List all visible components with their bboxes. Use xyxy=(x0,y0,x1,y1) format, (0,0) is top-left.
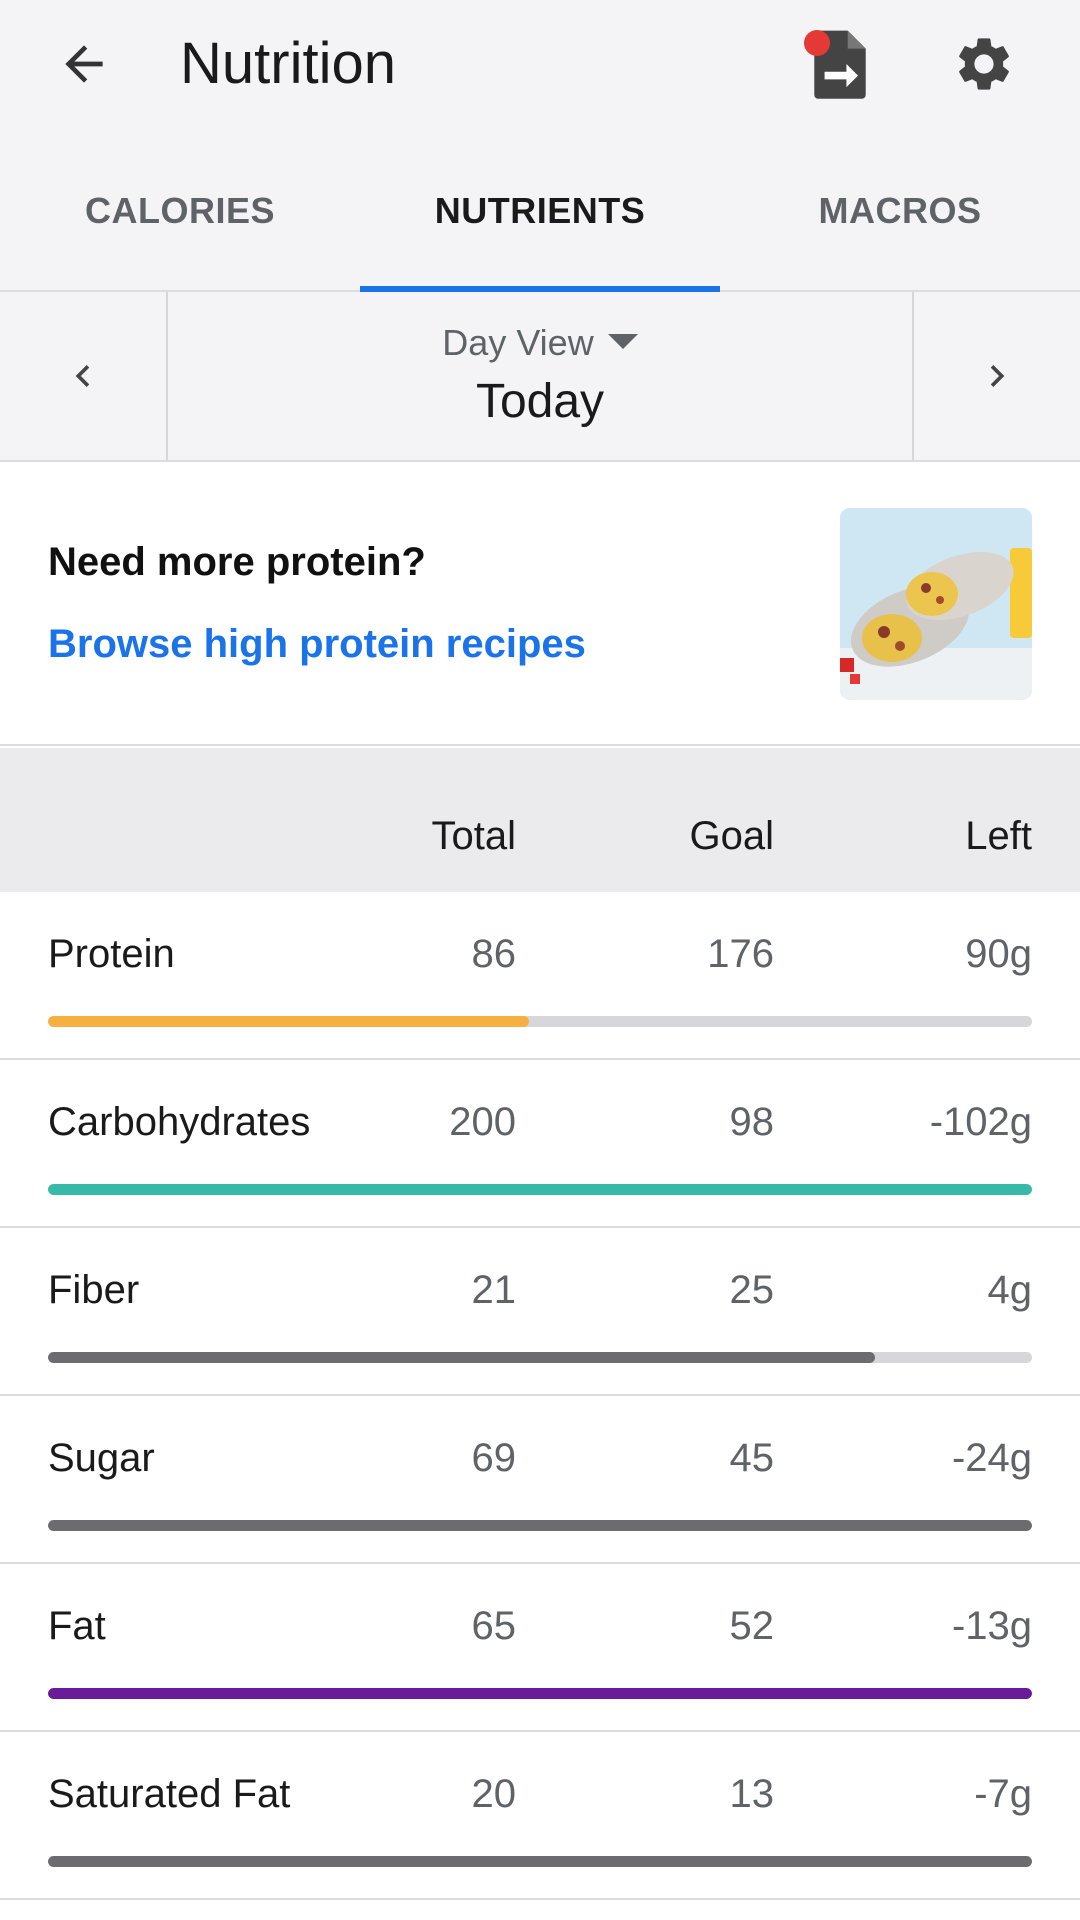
nutrient-goal: 13 xyxy=(729,1772,775,1816)
nutrient-total: 20 xyxy=(471,1772,517,1816)
nutrient-row-saturated-fat[interactable]: Saturated Fat 20 13 -7g xyxy=(0,1732,1080,1900)
settings-button[interactable] xyxy=(944,24,1024,104)
next-day-button[interactable] xyxy=(912,292,1080,460)
progress-bar-fill xyxy=(48,1520,1032,1531)
promo-title: Need more protein? xyxy=(48,540,426,584)
caret-down-icon xyxy=(607,333,638,349)
current-date-label: Today xyxy=(475,375,605,428)
nutrient-name: Carbohydrates xyxy=(48,1100,311,1144)
nutrient-total: 21 xyxy=(471,1268,517,1312)
progress-bar-fill xyxy=(48,1352,875,1363)
nutrient-name: Sugar xyxy=(48,1436,155,1480)
page-title: Nutrition xyxy=(180,31,396,96)
nutrient-name: Fiber xyxy=(48,1268,140,1312)
nutrient-name: Fat xyxy=(48,1604,106,1648)
nutrient-row-carbohydrates[interactable]: Carbohydrates 200 98 -102g xyxy=(0,1060,1080,1228)
nutrient-goal: 176 xyxy=(707,932,774,976)
app-bar: Nutrition xyxy=(0,0,1080,130)
progress-bar xyxy=(48,1184,1032,1195)
notification-dot xyxy=(804,30,830,56)
tab-bar: CALORIES NUTRIENTS MACROS xyxy=(0,130,1080,292)
header-left: Left xyxy=(965,814,1032,858)
progress-bar-fill xyxy=(48,1688,1032,1699)
progress-bar xyxy=(48,1688,1032,1699)
nutrient-row-protein[interactable]: Protein 86 176 90g xyxy=(0,892,1080,1060)
nutrient-goal: 25 xyxy=(729,1268,775,1312)
progress-bar-fill xyxy=(48,1016,530,1027)
view-mode-dropdown: Day View xyxy=(170,322,910,364)
date-navigator: Day View Today xyxy=(0,292,1080,462)
progress-bar xyxy=(48,1016,1032,1027)
header-goal: Goal xyxy=(689,814,775,858)
nutrient-total: 65 xyxy=(471,1604,517,1648)
tab-macros[interactable]: MACROS xyxy=(720,130,1080,292)
recipe-image[interactable] xyxy=(840,508,1032,700)
nutrient-name: Protein xyxy=(48,932,175,976)
nutrient-left: -24g xyxy=(951,1436,1032,1480)
nutrient-total: 86 xyxy=(471,932,517,976)
nutrient-goal: 98 xyxy=(729,1100,775,1144)
nutrient-goal: 52 xyxy=(729,1604,775,1648)
nutrient-left: -7g xyxy=(974,1772,1032,1816)
protein-promo-card: Need more protein? Browse high protein r… xyxy=(0,464,1080,746)
progress-bar xyxy=(48,1856,1032,1867)
nutrient-row-fat[interactable]: Fat 65 52 -13g xyxy=(0,1564,1080,1732)
nutrient-total: 200 xyxy=(449,1100,516,1144)
chevron-right-icon xyxy=(990,365,1005,387)
arrow-back-icon xyxy=(65,45,103,83)
nutrient-table-header: Total Goal Left xyxy=(0,748,1080,892)
date-selector[interactable]: Day View Today xyxy=(170,292,910,460)
progress-bar xyxy=(48,1520,1032,1531)
previous-day-button[interactable] xyxy=(0,292,168,460)
progress-bar-fill xyxy=(48,1184,1032,1195)
nutrient-left: -102g xyxy=(929,1100,1032,1144)
tab-calories[interactable]: CALORIES xyxy=(0,130,360,292)
nutrient-row-sugar[interactable]: Sugar 69 45 -24g xyxy=(0,1396,1080,1564)
nutrient-total: 69 xyxy=(471,1436,517,1480)
tab-nutrients[interactable]: NUTRIENTS xyxy=(360,130,720,292)
nutrient-goal: 45 xyxy=(729,1436,775,1480)
nutrient-name: Saturated Fat xyxy=(48,1772,291,1816)
nutrient-row-fiber[interactable]: Fiber 21 25 4g xyxy=(0,1228,1080,1396)
header-total: Total xyxy=(431,814,517,858)
browse-recipes-link[interactable]: Browse high protein recipes xyxy=(48,622,586,667)
nutrient-left: 4g xyxy=(987,1268,1033,1312)
food-image-icon xyxy=(840,508,1032,700)
view-mode-label: Day View xyxy=(442,322,594,363)
progress-bar xyxy=(48,1352,1032,1363)
progress-bar-fill xyxy=(48,1856,1032,1867)
nutrient-left: 90g xyxy=(965,932,1032,976)
back-button[interactable] xyxy=(44,24,124,104)
chevron-left-icon xyxy=(75,365,90,387)
gear-icon xyxy=(959,38,1009,90)
nutrient-left: -13g xyxy=(951,1604,1032,1648)
